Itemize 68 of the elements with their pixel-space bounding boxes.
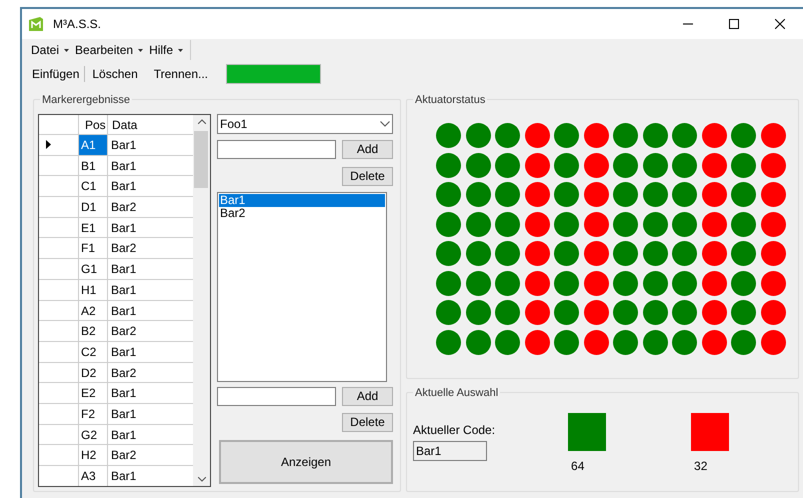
table-cell: F1 xyxy=(79,238,108,258)
table-cell-text: Bar1 xyxy=(110,137,138,154)
table-cell: A3 xyxy=(79,466,108,486)
table-cell-text: Bar1 xyxy=(110,220,138,237)
table-cell: G2 xyxy=(79,424,108,444)
table-cell: A1 xyxy=(79,135,108,155)
table-cell-text: Bar1 xyxy=(110,282,138,299)
toolbar-button[interactable]: Einfügen xyxy=(28,64,84,82)
table-cell: C1 xyxy=(79,176,108,196)
caret-icon xyxy=(178,48,184,52)
count-label: 32 xyxy=(693,458,708,475)
scroll-down-icon xyxy=(198,477,206,482)
table-cell: B1 xyxy=(79,156,108,176)
action-button[interactable]: Delete xyxy=(342,413,393,432)
maximize-icon xyxy=(729,19,739,29)
scroll-up-icon xyxy=(198,119,206,124)
caret-icon xyxy=(138,48,144,52)
table-cell-text: Bar1 xyxy=(110,302,138,320)
table-cell-text: Bar1 xyxy=(110,426,138,444)
action-button[interactable]: Add xyxy=(342,387,393,406)
table-cell: D1 xyxy=(79,197,108,217)
table-cell-text: Bar1 xyxy=(110,261,138,278)
toolbar-button[interactable]: Löschen xyxy=(88,64,142,82)
show-button[interactable]: Anzeigen xyxy=(219,440,393,484)
table-cell-text: Bar2 xyxy=(110,199,138,216)
table-cell: A2 xyxy=(79,300,108,320)
action-button[interactable]: Add xyxy=(342,140,393,159)
table-cell: H1 xyxy=(79,280,108,300)
table-cell: E1 xyxy=(79,218,108,238)
dropdown[interactable]: Foo1 xyxy=(217,114,393,134)
code-label: Aktueller Code: xyxy=(413,422,496,439)
table-cell: B2 xyxy=(79,321,108,341)
table-cell-text: Bar1 xyxy=(110,158,138,175)
count-label: 64 xyxy=(570,458,586,475)
list-item[interactable]: Bar2 xyxy=(219,207,385,220)
table-cell: H2 xyxy=(79,445,108,465)
text-field[interactable] xyxy=(217,140,336,159)
action-button[interactable]: Delete xyxy=(342,167,393,186)
code-field[interactable]: Bar1 xyxy=(413,441,487,461)
table-cell: C2 xyxy=(79,342,108,362)
text-field[interactable] xyxy=(217,387,336,406)
menu-item[interactable]: Datei xyxy=(28,41,72,59)
list-item[interactable]: Bar1 xyxy=(219,194,385,207)
caret-icon xyxy=(64,48,70,52)
table-cell-text: Bar2 xyxy=(110,364,138,382)
table-cell-text: Bar1 xyxy=(110,468,138,485)
table-cell-text: Bar1 xyxy=(110,178,138,196)
close-icon xyxy=(775,19,785,29)
toolbar-button[interactable]: Trennen... xyxy=(150,64,212,82)
menu-item[interactable]: Hilfe xyxy=(146,41,186,59)
table-cell-text: Bar1 xyxy=(110,406,138,423)
app-logo-icon xyxy=(28,16,44,32)
column-header: Data xyxy=(111,117,138,134)
table-cell-text: Bar2 xyxy=(110,447,138,464)
table-cell-text: Bar1 xyxy=(110,344,138,361)
chevron-down-icon xyxy=(380,121,390,127)
menu-item[interactable]: Bearbeiten xyxy=(72,41,146,59)
group-title: Markerergebnisse xyxy=(40,92,132,108)
table-cell: D2 xyxy=(79,362,108,382)
table-cell-text: Bar2 xyxy=(110,323,138,340)
table-cell: F2 xyxy=(79,404,108,424)
window-title: M³A.S.S. xyxy=(53,16,102,33)
table-cell-text: Bar2 xyxy=(110,240,138,258)
scroll-thumb[interactable] xyxy=(194,131,208,188)
table-cell-text: Bar1 xyxy=(110,385,138,402)
column-header: Pos xyxy=(79,115,108,134)
table-cell: G1 xyxy=(79,259,108,279)
table-cell: E2 xyxy=(79,383,108,403)
